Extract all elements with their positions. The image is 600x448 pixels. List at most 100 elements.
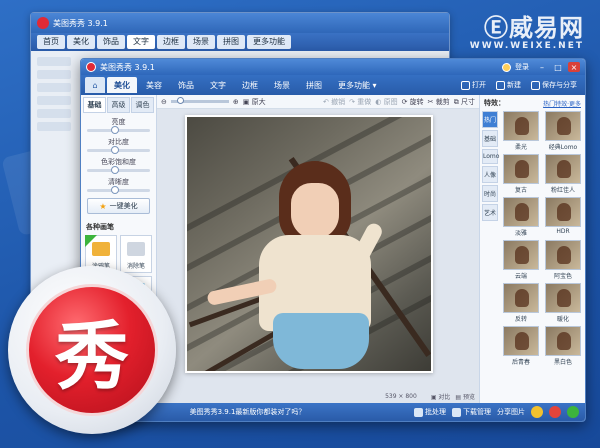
- slider-knob[interactable]: [111, 126, 119, 134]
- home-icon[interactable]: ⌂: [85, 77, 105, 93]
- photo-canvas[interactable]: [185, 115, 433, 373]
- minimize-icon[interactable]: –: [536, 62, 548, 72]
- effect-label: 反转: [514, 316, 527, 323]
- tab-text[interactable]: 文字: [203, 77, 233, 93]
- compare-button[interactable]: ▣ 对比: [431, 392, 451, 401]
- zoom-out-icon[interactable]: ⊖: [161, 98, 167, 106]
- tab-more-label: 更多功能: [338, 80, 370, 90]
- crop-label: 裁剪: [435, 97, 450, 106]
- subtab-advanced[interactable]: 高级: [107, 97, 130, 113]
- effect-label: HDR: [556, 228, 570, 235]
- effect-item[interactable]: 经典Lomo: [544, 111, 582, 151]
- rotate-label: 旋转: [409, 97, 424, 106]
- one-click-beautify-button[interactable]: ★ 一键美化: [87, 198, 150, 214]
- resize-button[interactable]: ⧉ 尺寸: [454, 97, 475, 107]
- effect-category-basic[interactable]: 基础: [482, 130, 498, 147]
- zoom-in-icon[interactable]: ⊕: [233, 98, 239, 106]
- redo-button[interactable]: ↷ 重做: [349, 97, 371, 107]
- effect-category-lomo[interactable]: Lomo: [482, 149, 499, 164]
- crop-button[interactable]: ✂ 裁剪: [428, 97, 450, 107]
- saturation-slider[interactable]: 色彩饱和度: [87, 157, 150, 174]
- effect-category-hot[interactable]: 热门: [482, 111, 498, 128]
- folder-icon: [461, 80, 470, 90]
- undo-button[interactable]: ↶ 撤销: [323, 97, 345, 107]
- batch-icon: [414, 407, 423, 417]
- subtab-basic[interactable]: 基础: [83, 97, 106, 113]
- zoom-slider[interactable]: [170, 97, 229, 104]
- close-icon[interactable]: ×: [568, 62, 580, 72]
- subtab-color[interactable]: 调色: [131, 97, 154, 113]
- effect-item[interactable]: 柔光: [502, 111, 540, 151]
- effect-item[interactable]: 阿宝色: [544, 240, 582, 280]
- pen-icon: [92, 242, 110, 256]
- sharpness-slider[interactable]: 清晰度: [87, 177, 150, 194]
- tab-beautify[interactable]: 美化: [107, 77, 137, 93]
- effect-item[interactable]: 淡雅: [502, 197, 540, 237]
- actual-size-button[interactable]: ▣ 原大: [243, 97, 266, 107]
- tab-more-features[interactable]: 更多功能 ▾: [331, 77, 384, 93]
- effect-item[interactable]: 复古: [502, 154, 540, 194]
- tab-beauty[interactable]: 美容: [139, 77, 169, 93]
- tab-accessories[interactable]: 饰品: [171, 77, 201, 93]
- effect-thumbnail: [503, 154, 539, 184]
- background-tab: 更多功能: [247, 35, 291, 49]
- background-tab: 首页: [37, 35, 65, 49]
- brightness-slider[interactable]: 亮度: [87, 117, 150, 134]
- more-effects-link[interactable]: 热门特效·更多: [543, 99, 581, 108]
- effect-thumbnail: [545, 111, 581, 141]
- brushes-heading: 各种画笔: [86, 223, 114, 231]
- zoom-knob[interactable]: [176, 97, 184, 104]
- effect-category-art[interactable]: 艺术: [482, 204, 498, 221]
- bottom-tip[interactable]: 美图秀秀3.9.1最新版你都装对了吗？: [190, 407, 306, 417]
- slider-label: 亮度: [111, 118, 126, 126]
- slider-knob[interactable]: [111, 146, 119, 154]
- background-tab: 美化: [67, 35, 95, 49]
- tab-scene[interactable]: 场景: [267, 77, 297, 93]
- star-icon: ★: [99, 201, 107, 211]
- effect-category-fashion[interactable]: 时尚: [482, 185, 498, 202]
- add-icon[interactable]: [567, 406, 579, 418]
- tab-collage[interactable]: 拼图: [299, 77, 329, 93]
- open-button[interactable]: 打开: [457, 80, 490, 90]
- batch-button[interactable]: 批处理: [414, 407, 446, 417]
- contrast-slider[interactable]: 对比度: [87, 137, 150, 154]
- new-button[interactable]: 新建: [492, 80, 525, 90]
- photo: [187, 117, 431, 371]
- canvas-area: ⊖ ⊕ ▣ 原大 ↶ 撤销 ↷ 重做 ◐ 原图 ⟳ 旋转 ✂ 裁剪 ⧉ 尺寸 5…: [157, 95, 479, 403]
- effect-item[interactable]: 后青春: [502, 326, 540, 366]
- save-share-label: 保存与分享: [542, 81, 577, 89]
- compare-label: 对比: [438, 394, 451, 401]
- canvas-toolbar: ⊖ ⊕ ▣ 原大 ↶ 撤销 ↷ 重做 ◐ 原图 ⟳ 旋转 ✂ 裁剪 ⧉ 尺寸: [157, 95, 479, 109]
- effect-item[interactable]: 反转: [502, 283, 540, 323]
- effect-item[interactable]: 暖化: [544, 283, 582, 323]
- effect-item[interactable]: HDR: [544, 197, 582, 237]
- original-button[interactable]: ◐ 原图: [375, 97, 397, 107]
- open-label: 打开: [472, 81, 486, 89]
- slider-knob[interactable]: [111, 166, 119, 174]
- effect-thumbnail: [503, 283, 539, 313]
- watermark-logo: Ⓔ威易网: [484, 14, 584, 42]
- effect-label: 柔光: [514, 144, 527, 151]
- share-image-button[interactable]: 分享图片: [497, 407, 525, 417]
- rotate-button[interactable]: ⟳ 旋转: [402, 97, 424, 107]
- preview-button[interactable]: ▤ 预览: [455, 392, 475, 401]
- tab-frame[interactable]: 边框: [235, 77, 265, 93]
- effect-item[interactable]: 云端: [502, 240, 540, 280]
- slider-knob[interactable]: [111, 186, 119, 194]
- redo-label: 重做: [357, 97, 372, 106]
- maximize-icon[interactable]: □: [552, 62, 564, 72]
- effect-item[interactable]: 黑白色: [544, 326, 582, 366]
- eraser-pen-button[interactable]: 消除笔: [120, 235, 152, 273]
- effect-item[interactable]: 粉红佳人: [544, 154, 582, 194]
- login-link[interactable]: 登录: [515, 62, 529, 72]
- user-icon[interactable]: [502, 62, 511, 72]
- background-tab: 文字: [127, 35, 155, 49]
- download-manager-button[interactable]: 下载管理: [452, 407, 491, 417]
- effect-category-portrait[interactable]: 人像: [482, 166, 498, 183]
- actual-size-label: 原大: [251, 97, 266, 106]
- favorite-icon[interactable]: [531, 406, 543, 418]
- weibo-icon[interactable]: [549, 406, 561, 418]
- save-share-button[interactable]: 保存与分享: [527, 80, 581, 90]
- app-logo-icon: [86, 62, 96, 72]
- pen-label: 消除笔: [126, 263, 145, 270]
